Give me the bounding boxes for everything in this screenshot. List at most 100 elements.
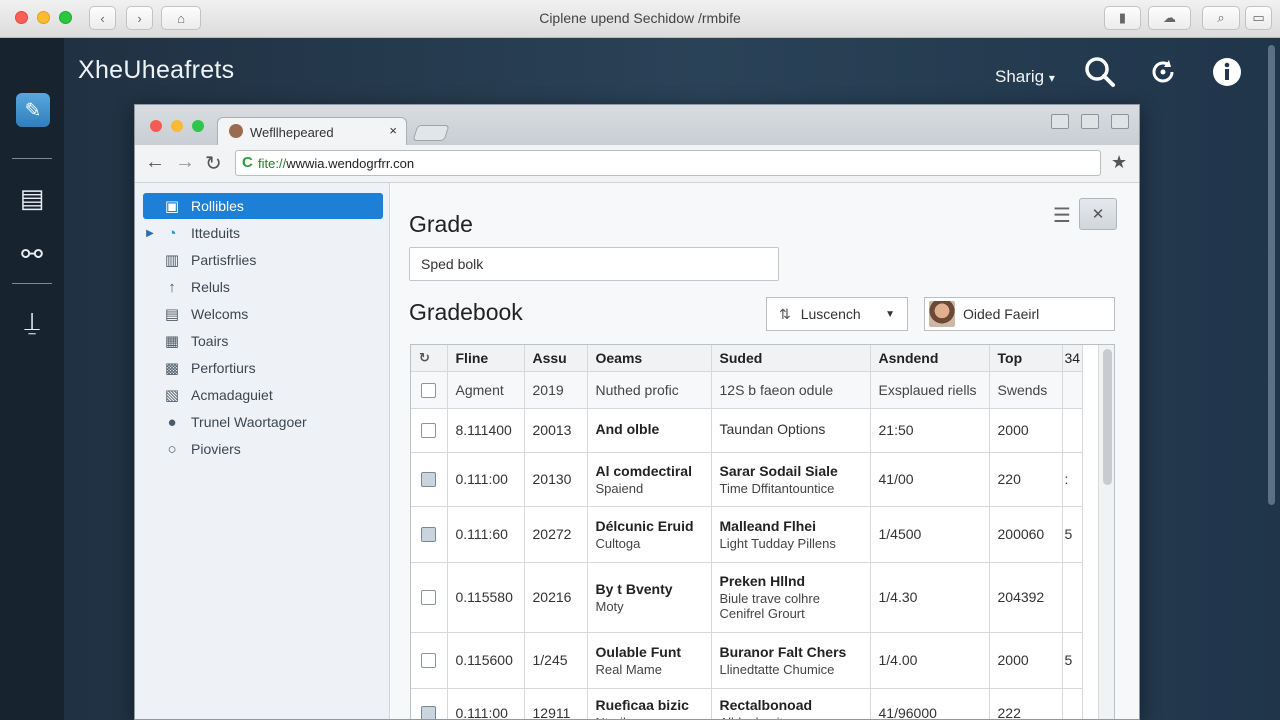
sidebar-item-itteduits[interactable]: ▶ ◔ Itteduits [143, 220, 383, 246]
row-checkbox[interactable] [421, 706, 437, 719]
sidebar-item-trunel-waortagoer[interactable]: ● Trunel Waortagoer [143, 409, 383, 435]
bookmark-star-icon[interactable]: ★ [1111, 152, 1127, 173]
chevron-down-icon: ▼ [885, 308, 895, 320]
sidebar-item-pioviers[interactable]: ○ Pioviers [143, 436, 383, 462]
refresh-icon[interactable] [1143, 52, 1183, 92]
table-row[interactable]: 0.111:0012911Ruefìcaa bizicNterilRectalb… [411, 688, 1084, 719]
section-title: Gradebook [409, 299, 523, 325]
header-settings-icon[interactable]: ↻ [411, 345, 448, 372]
table-row[interactable]: 0.115600 1/245 Oulable Funt Real Mame Burano… [411, 632, 1084, 689]
sidebar-item-reluls[interactable]: ↑ Reluls [143, 274, 383, 300]
column-header[interactable]: Asndend [870, 345, 990, 372]
close-panel-button[interactable]: ✕ [1079, 198, 1117, 230]
hamburger-menu-icon[interactable]: ☰ [1053, 203, 1071, 228]
user-selector[interactable]: Oided Faeirl [924, 297, 1115, 331]
table-cell: Preken Hllnd Biule trave colhre Cenifrel G… [711, 562, 871, 633]
column-header[interactable]: Suded [711, 345, 871, 372]
window-maximize-icon[interactable] [1081, 114, 1099, 129]
scrollbar-thumb[interactable] [1103, 349, 1112, 485]
forward-arrow-icon[interactable]: → [175, 151, 195, 174]
list-icon: ▤ [164, 306, 180, 323]
os-titlebar: ‹ › ⌂ Ciplene upend Sechidow /rmbife ▮ ☁… [0, 0, 1280, 38]
browser-minimize-button[interactable] [171, 120, 183, 132]
table-cell [1062, 562, 1084, 633]
browser-close-button[interactable] [150, 120, 162, 132]
table-cell: Sarar Sodail Siale Time Dffitantountice [711, 452, 871, 507]
row-checkbox[interactable] [421, 590, 437, 606]
link-icon[interactable]: ⚯ [14, 236, 50, 272]
chevron-down-icon: ▾ [1048, 71, 1055, 85]
table-row[interactable]: 8.111400 20013 And olble Taundan Options 21:… [411, 408, 1084, 453]
table-cell: 1/245 [524, 632, 588, 689]
table-cell [1062, 371, 1084, 409]
table-cell: 1/4500 [870, 506, 990, 563]
column-header[interactable]: Top [989, 345, 1063, 372]
app-logo-icon[interactable]: ✎ [16, 93, 50, 127]
table-cell: 8.111400 [447, 408, 525, 453]
sidebar-toggle-icon[interactable]: ▭ [1245, 6, 1272, 30]
sidebar-item-acmadaguiet[interactable]: ▧ Acmadaguiet [143, 382, 383, 408]
reload-icon[interactable]: ↻ [205, 151, 222, 176]
table-cell: Malleand Flhei Light Tudday Pillens [711, 506, 871, 563]
table-cell: 2019 [524, 371, 588, 409]
info-icon[interactable] [1207, 52, 1247, 92]
window-close-icon[interactable] [1111, 114, 1129, 129]
table-cell: Oulable Funt Real Mame [587, 632, 712, 689]
tab-close-icon[interactable]: × [389, 123, 397, 138]
secure-icon: C [242, 154, 253, 171]
column-header[interactable]: Fline [447, 345, 525, 372]
table-cell: 204392 [989, 562, 1063, 633]
row-checkbox[interactable] [421, 527, 437, 543]
table-cell: : [1062, 452, 1084, 507]
calendar-icon: ▧ [164, 387, 180, 404]
search-input[interactable] [409, 247, 779, 281]
table-cell: 220 [989, 452, 1063, 507]
table-cell: 20130 [524, 452, 588, 507]
sidebar-item-welcoms[interactable]: ▤ Welcoms [143, 301, 383, 327]
table-cell [1062, 408, 1084, 453]
table-cell: 41/96000 [870, 688, 990, 719]
browser-tab[interactable]: Wefllhepeared × [217, 117, 407, 145]
address-bar[interactable]: C fite://wwwia.wendogrfrr.con [235, 150, 1101, 176]
new-tab-button[interactable] [412, 125, 450, 141]
row-checkbox[interactable] [421, 653, 437, 669]
table-row[interactable]: 0.111:00 20130 Al comdectiral Spaiend Sarar … [411, 452, 1084, 507]
os-window-title: Ciplene upend Sechidow /rmbife [539, 10, 741, 26]
rail-divider [12, 283, 52, 284]
table-cell: 200060 [989, 506, 1063, 563]
table-cell: Taundan Options [711, 408, 871, 453]
search-icon[interactable]: ⌕ [1202, 6, 1240, 30]
table-row[interactable]: 0.115580 20216 By t Bventy Moty Preken Hllnd… [411, 562, 1084, 633]
row-checkbox[interactable] [421, 472, 437, 488]
sidebar-item-toairs[interactable]: ▦ Toairs [143, 328, 383, 354]
usb-icon[interactable]: ⍊ [14, 304, 50, 340]
sidebar: ▣ Rollibles ▶ ◔ Itteduits ▥ Partisfrlies … [135, 183, 390, 719]
sidebar-item-perfortiurs[interactable]: ▩ Perfortiurs [143, 355, 383, 381]
document-icon[interactable]: ▤ [14, 180, 50, 216]
table-scrollbar[interactable] [1098, 345, 1114, 719]
cloud-icon[interactable]: ☁ [1148, 6, 1191, 30]
filter-dropdown[interactable]: ⇅ Luscench ▼ [766, 297, 908, 331]
navigation-bar: ← → ↻ C fite://wwwia.wendogrfrr.con ★ [135, 145, 1139, 183]
table-row[interactable]: 0.111:60 20272 Délcunic Eruid Cultoga Mallea… [411, 506, 1084, 563]
expand-caret-icon[interactable]: ▶ [143, 228, 157, 239]
search-icon[interactable] [1080, 52, 1120, 92]
column-header[interactable]: Assu [524, 345, 588, 372]
sidebar-item-rollibles[interactable]: ▣ Rollibles [143, 193, 383, 219]
share-menu-button[interactable]: Sharig ▾ [995, 67, 1055, 87]
table-header-row: ↻ Fline Assu Oeams Suded Asndend Top 34 [411, 345, 1084, 372]
window-minimize-icon[interactable] [1051, 114, 1069, 129]
table-cell: 5 [1062, 632, 1084, 689]
table-cell: 5 [1062, 506, 1084, 563]
row-checkbox[interactable] [421, 423, 437, 439]
select-all-checkbox[interactable] [421, 382, 437, 398]
column-header[interactable]: Oeams [587, 345, 712, 372]
browser-zoom-button[interactable] [192, 120, 204, 132]
pin-icon: ● [167, 413, 177, 431]
lock-icon[interactable]: ▮ [1104, 6, 1141, 30]
window-scrollbar[interactable] [1268, 45, 1275, 505]
back-arrow-icon[interactable]: ← [145, 151, 165, 174]
arrow-up-icon: ↑ [168, 278, 176, 296]
sidebar-item-partisfrlies[interactable]: ▥ Partisfrlies [143, 247, 383, 273]
column-header[interactable]: 34 [1062, 345, 1084, 372]
